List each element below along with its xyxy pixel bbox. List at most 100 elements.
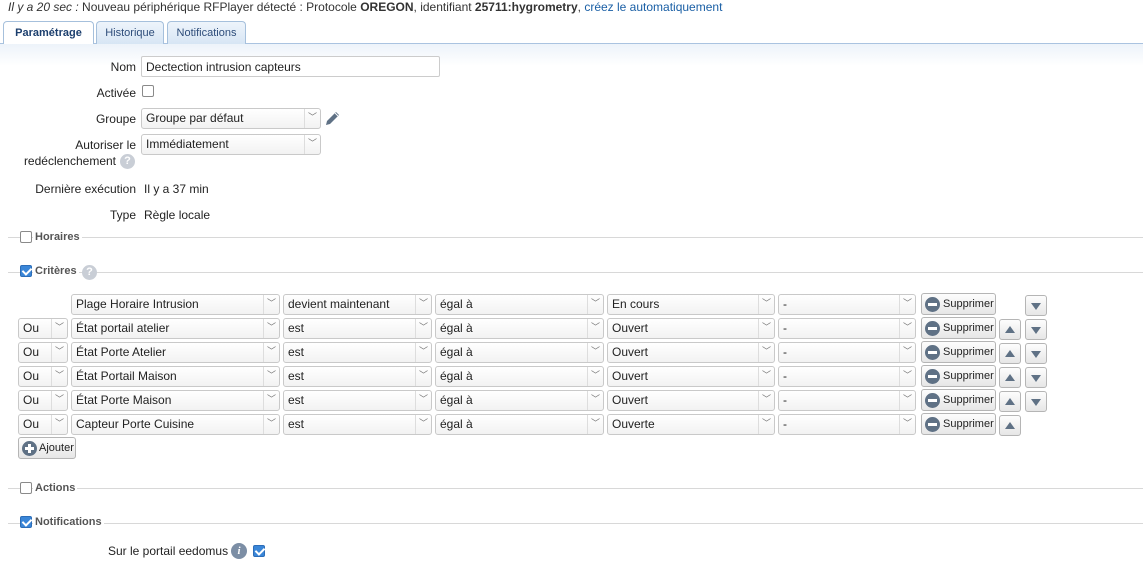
- help-icon[interactable]: ?: [120, 154, 135, 169]
- enabled-label: Activée: [96, 86, 136, 100]
- group-label: Groupe: [95, 112, 136, 126]
- operator-select[interactable]: égal à ﹀: [435, 318, 604, 339]
- device-select[interactable]: État portail atelier ﹀: [71, 318, 280, 339]
- device-select[interactable]: État Porte Maison ﹀: [71, 390, 280, 411]
- operator-select[interactable]: égal à ﹀: [435, 342, 604, 363]
- add-criterion-button[interactable]: Ajouter: [18, 437, 76, 459]
- arrow-down-icon: [1031, 327, 1041, 334]
- type-label: Type: [109, 208, 136, 222]
- logic-select[interactable]: Ou ﹀: [18, 366, 68, 387]
- notification-identifier: 25711:hygrometry: [474, 0, 578, 14]
- delete-criterion-button[interactable]: Supprimer: [921, 413, 996, 435]
- move-down-button[interactable]: [1025, 295, 1047, 316]
- device-select-value: État Portail Maison: [76, 369, 177, 383]
- delete-criterion-button[interactable]: Supprimer: [921, 317, 996, 339]
- move-down-button[interactable]: [1025, 343, 1047, 364]
- notifications-checkbox[interactable]: [20, 516, 32, 528]
- extra-select[interactable]: - ﹀: [778, 342, 916, 363]
- retrigger-select[interactable]: Immédiatement ﹀: [141, 134, 321, 155]
- chevron-down-icon: ﹀: [587, 343, 603, 362]
- chevron-down-icon: ﹀: [263, 295, 279, 314]
- move-up-button[interactable]: [999, 415, 1021, 436]
- tab-notifications[interactable]: Notifications: [167, 21, 246, 45]
- move-up-button[interactable]: [999, 343, 1021, 364]
- arrow-down-icon: [1031, 399, 1041, 406]
- value-select-value: Ouverte: [612, 417, 655, 431]
- logic-select[interactable]: Ou ﹀: [18, 390, 68, 411]
- chevron-down-icon: ﹀: [304, 135, 320, 154]
- notification-protocol: OREGON: [360, 0, 414, 14]
- condition-select[interactable]: devient maintenant ﹀: [283, 294, 432, 315]
- condition-select-value: devient maintenant: [288, 297, 390, 311]
- condition-select[interactable]: est ﹀: [283, 414, 432, 435]
- extra-select[interactable]: - ﹀: [778, 318, 916, 339]
- condition-select[interactable]: est ﹀: [283, 318, 432, 339]
- extra-select-value: -: [783, 321, 787, 335]
- device-select[interactable]: Capteur Porte Cuisine ﹀: [71, 414, 280, 435]
- operator-select[interactable]: égal à ﹀: [435, 366, 604, 387]
- device-select[interactable]: État Portail Maison ﹀: [71, 366, 280, 387]
- extra-select[interactable]: - ﹀: [778, 414, 916, 435]
- device-select[interactable]: État Porte Atelier ﹀: [71, 342, 280, 363]
- move-up-button[interactable]: [999, 319, 1021, 340]
- operator-select[interactable]: égal à ﹀: [435, 414, 604, 435]
- tab-parametrage[interactable]: Paramétrage: [3, 21, 94, 45]
- logic-select[interactable]: Ou ﹀: [18, 342, 68, 363]
- chevron-down-icon: ﹀: [758, 391, 774, 410]
- delete-criterion-button[interactable]: Supprimer: [921, 365, 996, 387]
- move-down-button[interactable]: [1025, 367, 1047, 388]
- group-select[interactable]: Groupe par défaut ﹀: [141, 108, 321, 129]
- operator-select[interactable]: égal à ﹀: [435, 390, 604, 411]
- value-select-value: En cours: [612, 297, 660, 311]
- chevron-down-icon: ﹀: [587, 415, 603, 434]
- extra-select[interactable]: - ﹀: [778, 390, 916, 411]
- extra-select[interactable]: - ﹀: [778, 294, 916, 315]
- chevron-down-icon: ﹀: [263, 391, 279, 410]
- tab-historique[interactable]: Historique: [96, 21, 164, 45]
- operator-select-value: égal à: [440, 321, 473, 335]
- move-down-button[interactable]: [1025, 319, 1047, 340]
- chevron-down-icon: ﹀: [899, 367, 915, 386]
- create-automatically-link[interactable]: créez le automatiquement: [584, 0, 722, 14]
- enabled-checkbox[interactable]: [142, 85, 154, 97]
- criteres-help-icon[interactable]: ?: [82, 265, 97, 280]
- extra-select-value: -: [783, 369, 787, 383]
- value-select[interactable]: Ouvert ﹀: [607, 342, 775, 363]
- chevron-down-icon: ﹀: [758, 367, 774, 386]
- portal-notif-checkbox[interactable]: [253, 545, 265, 557]
- logic-select-value: Ou: [23, 369, 40, 383]
- condition-select[interactable]: est ﹀: [283, 390, 432, 411]
- notification-time: Il y a 20 sec :: [8, 0, 79, 14]
- logic-select[interactable]: Ou ﹀: [18, 414, 68, 435]
- horaires-checkbox[interactable]: [20, 231, 32, 243]
- logic-select[interactable]: Ou ﹀: [18, 318, 68, 339]
- logic-select-value: Ou: [23, 321, 40, 335]
- delete-criterion-button[interactable]: Supprimer: [921, 389, 996, 411]
- value-select[interactable]: Ouverte ﹀: [607, 414, 775, 435]
- operator-select[interactable]: égal à ﹀: [435, 294, 604, 315]
- actions-checkbox[interactable]: [20, 482, 32, 494]
- condition-select[interactable]: est ﹀: [283, 342, 432, 363]
- info-icon[interactable]: i: [231, 543, 247, 559]
- delete-criterion-button[interactable]: Supprimer: [921, 293, 996, 315]
- value-select[interactable]: Ouvert ﹀: [607, 390, 775, 411]
- value-select[interactable]: Ouvert ﹀: [607, 366, 775, 387]
- delete-criterion-button[interactable]: Supprimer: [921, 341, 996, 363]
- device-select[interactable]: Plage Horaire Intrusion ﹀: [71, 294, 280, 315]
- device-select-value: État portail atelier: [76, 321, 170, 335]
- arrow-up-icon: [1005, 422, 1015, 429]
- extra-select[interactable]: - ﹀: [778, 366, 916, 387]
- value-select-value: Ouvert: [612, 321, 649, 335]
- value-select[interactable]: En cours ﹀: [607, 294, 775, 315]
- minus-icon: [925, 369, 940, 384]
- value-select[interactable]: Ouvert ﹀: [607, 318, 775, 339]
- chevron-down-icon: ﹀: [304, 109, 320, 128]
- name-input[interactable]: [141, 56, 440, 77]
- criteres-checkbox[interactable]: [20, 265, 32, 277]
- move-up-button[interactable]: [999, 367, 1021, 388]
- move-up-button[interactable]: [999, 391, 1021, 412]
- edit-pencil-icon[interactable]: [324, 110, 341, 127]
- condition-select[interactable]: est ﹀: [283, 366, 432, 387]
- move-down-button[interactable]: [1025, 391, 1047, 412]
- name-label: Nom: [110, 60, 136, 74]
